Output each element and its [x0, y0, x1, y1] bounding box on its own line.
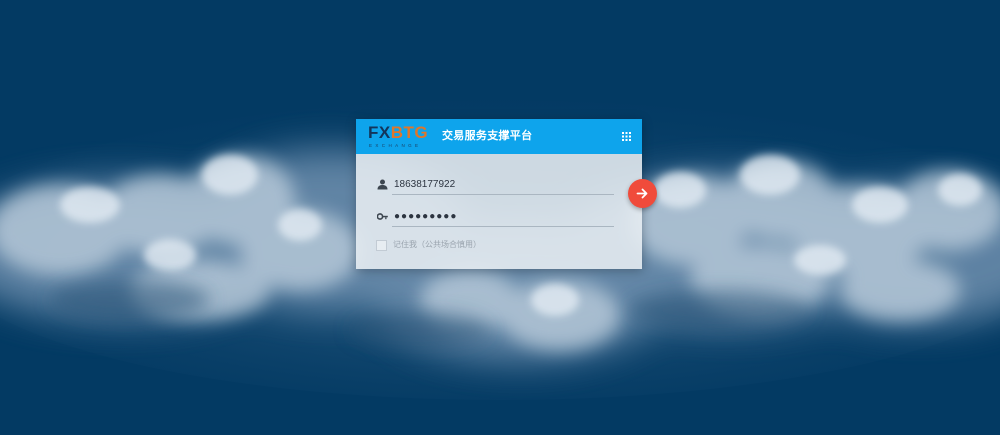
key-icon: [377, 213, 388, 220]
username-field: [374, 175, 616, 199]
username-input[interactable]: [392, 175, 616, 193]
apps-grid-icon[interactable]: [622, 132, 631, 141]
user-icon: [377, 179, 388, 190]
username-underline: [392, 194, 614, 195]
password-underline: [392, 226, 614, 227]
page-title: 交易服务支撑平台: [442, 129, 533, 142]
remember-me-checkbox[interactable]: [376, 240, 387, 251]
fxbtg-logo: FXBTG EXCHANGE: [368, 123, 430, 151]
logo-btg: BTG: [390, 123, 429, 142]
login-submit-button[interactable]: [628, 179, 657, 208]
card-header: FXBTG EXCHANGE 交易服务支撑平台: [356, 119, 642, 154]
login-card: FXBTG EXCHANGE 交易服务支撑平台 18638177922 ●●●●…: [356, 119, 642, 269]
login-page: FXBTG EXCHANGE 交易服务支撑平台 18638177922 ●●●●…: [0, 0, 1000, 435]
logo-subtitle: EXCHANGE: [369, 143, 422, 148]
password-input[interactable]: [392, 207, 616, 225]
remember-me-label: 记住我（公共场合慎用）: [393, 240, 481, 249]
arrow-right-icon: [636, 188, 648, 199]
logo-fx: FX: [368, 123, 391, 142]
password-field: [374, 207, 616, 231]
logo-wordmark: FXBTG: [368, 123, 428, 143]
